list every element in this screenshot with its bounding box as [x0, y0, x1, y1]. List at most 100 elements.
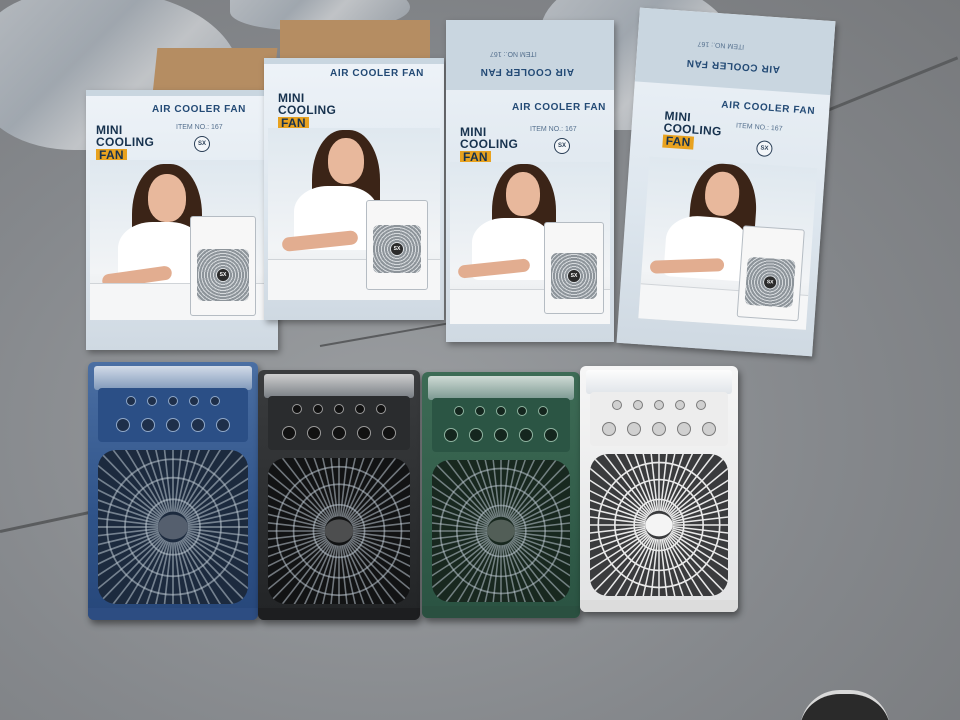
mini-fan-illustration: SX	[544, 222, 604, 314]
indicator-light-icon	[612, 400, 622, 410]
fan-grille-svg	[432, 460, 570, 602]
fan-hub	[645, 513, 673, 537]
sx-logo-icon: SX	[217, 269, 229, 281]
indicator-light-icon	[168, 396, 178, 406]
knob-icon	[702, 422, 716, 436]
knob-icon	[382, 426, 396, 440]
box-brand: MINI COOLING FAN	[278, 92, 336, 130]
box-item-number: ITEM NO.: 167	[735, 122, 783, 133]
sx-logo-icon: SX	[568, 270, 580, 282]
sx-logo-icon: SX	[755, 140, 773, 158]
box-photo: SX	[90, 160, 274, 320]
fan-grille-icon: SX	[551, 253, 597, 299]
fan-hub	[487, 519, 515, 543]
indicator-light-icon	[126, 396, 136, 406]
woman-face	[328, 138, 364, 184]
box-title: AIR COOLER FAN	[330, 68, 424, 79]
indicator-light-icon	[654, 400, 664, 410]
indicator-light-icon	[292, 404, 302, 414]
box-top-face: AIR COOLER FAN ITEM NO.: 167	[634, 7, 836, 96]
indicator-light-icon	[313, 404, 323, 414]
indicator-light-icon	[538, 406, 548, 416]
knob-icon	[519, 428, 533, 442]
knob-icon	[544, 428, 558, 442]
control-panel	[268, 396, 410, 450]
indicator-light-icon	[633, 400, 643, 410]
knob-icon	[116, 418, 130, 432]
indicator-row	[432, 406, 570, 416]
photo-scene: AIR COOLER FAN ITEM NO.: 167 MINI COOLIN…	[0, 0, 960, 720]
indicator-light-icon	[696, 400, 706, 410]
product-box-3: AIR COOLER FAN ITEM NO.: 167 AIR COOLER …	[446, 20, 614, 342]
fan-grille-icon	[432, 460, 570, 602]
water-tank	[586, 370, 732, 394]
control-panel	[432, 398, 570, 452]
fan-base	[258, 608, 420, 620]
product-box-2: AIR COOLER FAN MINI COOLING FAN SX	[264, 58, 444, 320]
indicator-light-icon	[334, 404, 344, 414]
box-top-item-number: ITEM NO.: 167	[490, 50, 537, 57]
brand-line: COOLING	[278, 103, 337, 118]
sx-logo-icon: SX	[391, 243, 403, 255]
knob-icon	[677, 422, 691, 436]
mini-fan-illustration: SX	[366, 200, 428, 290]
knob-icon	[494, 428, 508, 442]
box-flap	[152, 48, 278, 94]
indicator-row	[590, 400, 728, 410]
fan-base	[580, 600, 738, 612]
button-row	[432, 428, 570, 442]
box-brand: MINI COOLING FAN	[662, 109, 723, 152]
box-top-face	[264, 58, 444, 64]
box-brand: MINI COOLING FAN	[460, 126, 518, 164]
indicator-light-icon	[454, 406, 464, 416]
fan-unit-white	[580, 366, 738, 612]
knob-icon	[216, 418, 230, 432]
fan-grille-icon: SX	[373, 225, 421, 273]
mini-fan-illustration: SX	[736, 225, 805, 322]
fan-hub	[158, 514, 188, 540]
woman-face	[148, 174, 186, 222]
box-top-item-number: ITEM NO.: 167	[697, 39, 745, 50]
knob-icon	[166, 418, 180, 432]
fan-unit-blue	[88, 362, 258, 620]
knob-icon	[357, 426, 371, 440]
fan-base	[422, 606, 580, 618]
woman-face	[506, 172, 540, 216]
fan-grille-icon: SX	[744, 256, 796, 308]
box-brand: MINI COOLING FAN	[96, 124, 154, 162]
fan-unit-black	[258, 370, 420, 620]
fan-unit-green	[422, 372, 580, 618]
knob-icon	[444, 428, 458, 442]
brand-accent: FAN	[662, 134, 694, 150]
sx-logo-icon: SX	[763, 275, 777, 289]
indicator-light-icon	[147, 396, 157, 406]
fan-grille-icon	[268, 458, 410, 604]
sx-logo-icon: SX	[554, 138, 570, 154]
water-tank	[264, 374, 414, 398]
knob-icon	[602, 422, 616, 436]
fan-grille-icon	[98, 450, 248, 604]
control-panel	[590, 392, 728, 446]
knob-icon	[191, 418, 205, 432]
fan-grille-icon: SX	[197, 249, 249, 301]
sx-logo-icon: SX	[194, 136, 210, 152]
product-box-1: AIR COOLER FAN ITEM NO.: 167 MINI COOLIN…	[86, 90, 278, 350]
fan-grille-svg	[590, 454, 728, 596]
indicator-light-icon	[210, 396, 220, 406]
knob-icon	[469, 428, 483, 442]
brand-line: COOLING	[96, 135, 155, 150]
box-top-title: AIR COOLER FAN	[685, 56, 781, 75]
fan-grille-svg	[268, 458, 410, 604]
product-box-4: AIR COOLER FAN ITEM NO.: 167 AIR COOLER …	[616, 7, 836, 357]
control-panel	[98, 388, 248, 442]
fan-grille-icon	[590, 454, 728, 596]
brand-line: COOLING	[460, 137, 519, 152]
box-title: AIR COOLER FAN	[512, 102, 606, 113]
indicator-light-icon	[675, 400, 685, 410]
knob-icon	[332, 426, 346, 440]
floor-crack	[319, 322, 449, 347]
button-row	[590, 422, 728, 436]
knob-icon	[282, 426, 296, 440]
knob-icon	[627, 422, 641, 436]
indicator-light-icon	[475, 406, 485, 416]
